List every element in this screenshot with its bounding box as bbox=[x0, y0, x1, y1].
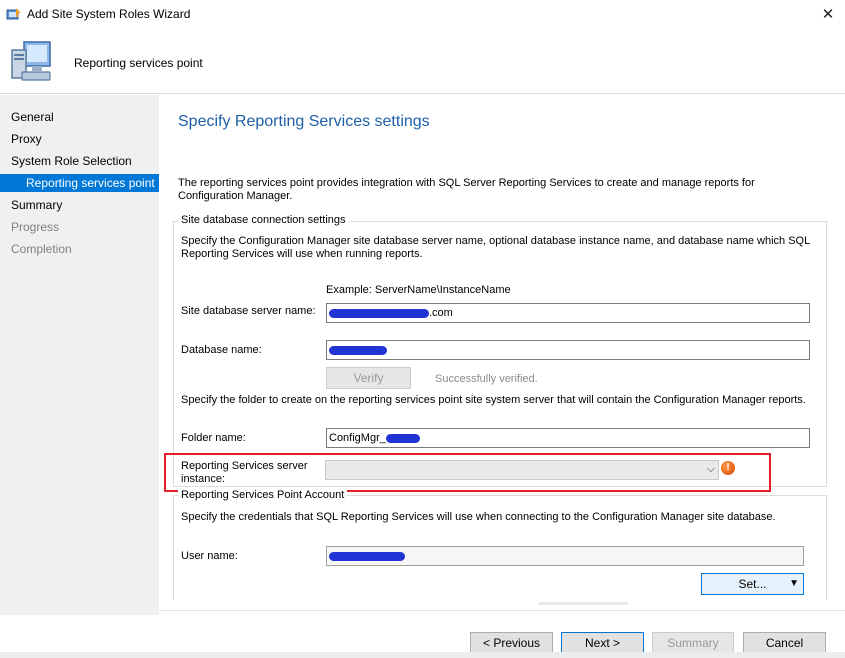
redacted-value bbox=[329, 345, 387, 355]
header-title: Reporting services point bbox=[74, 56, 203, 70]
redacted-value bbox=[329, 551, 405, 561]
footer-separator bbox=[160, 610, 845, 611]
next-button[interactable]: Next > bbox=[561, 632, 644, 654]
cancel-button[interactable]: Cancel bbox=[743, 632, 826, 654]
wizard-step-nav: General Proxy System Role Selection Repo… bbox=[0, 95, 159, 615]
window-title: Add Site System Roles Wizard bbox=[27, 7, 191, 21]
folder-description: Specify the folder to create on the repo… bbox=[181, 394, 806, 406]
dropdown-arrow-icon: ▼ bbox=[789, 578, 799, 589]
nav-item-proxy[interactable]: Proxy bbox=[11, 132, 42, 146]
folder-name-input[interactable]: ConfigMgr_ bbox=[326, 428, 810, 448]
wizard-app-icon bbox=[6, 8, 21, 20]
scroll-indicator bbox=[538, 602, 628, 605]
close-icon: ✕ bbox=[821, 6, 835, 23]
folder-name-label: Folder name: bbox=[181, 432, 246, 444]
user-name-label: User name: bbox=[181, 550, 238, 562]
verify-status: Successfully verified. bbox=[435, 373, 538, 385]
wizard-header: Reporting services point bbox=[0, 30, 845, 94]
user-name-input[interactable] bbox=[326, 546, 804, 566]
page-heading: Specify Reporting Services settings bbox=[178, 113, 430, 130]
redacted-value bbox=[329, 308, 429, 318]
nav-item-reporting-services-point[interactable]: Reporting services point bbox=[0, 174, 159, 192]
computer-icon bbox=[11, 41, 51, 81]
account-group-label: Reporting Services Point Account bbox=[178, 489, 348, 501]
highlight-box bbox=[164, 453, 771, 492]
nav-item-system-role-selection[interactable]: System Role Selection bbox=[11, 154, 132, 168]
nav-item-general[interactable]: General bbox=[11, 110, 54, 124]
summary-button: Summary bbox=[652, 632, 734, 654]
site-db-group-label: Site database connection settings bbox=[178, 214, 349, 226]
previous-button[interactable]: < Previous bbox=[470, 632, 553, 654]
nav-item-summary[interactable]: Summary bbox=[11, 198, 62, 212]
database-name-input[interactable] bbox=[326, 340, 810, 360]
title-bar: Add Site System Roles Wizard ✕ bbox=[0, 0, 845, 30]
server-name-input[interactable]: .com bbox=[326, 303, 810, 323]
site-db-description: Specify the Configuration Manager site d… bbox=[181, 235, 810, 260]
redacted-value bbox=[385, 433, 420, 443]
account-description: Specify the credentials that SQL Reporti… bbox=[181, 511, 776, 523]
set-account-button[interactable]: Set... ▼ bbox=[701, 573, 804, 595]
server-example-text: Example: ServerName\InstanceName bbox=[326, 284, 511, 296]
verify-button: Verify bbox=[326, 367, 411, 389]
server-name-label: Site database server name: bbox=[181, 305, 316, 317]
close-button[interactable]: ✕ bbox=[814, 2, 842, 28]
intro-text: The reporting services point provides in… bbox=[178, 177, 755, 202]
nav-item-completion: Completion bbox=[11, 242, 72, 256]
database-name-label: Database name: bbox=[181, 344, 262, 356]
nav-item-progress: Progress bbox=[11, 220, 60, 234]
window-bottom-edge bbox=[0, 652, 845, 658]
